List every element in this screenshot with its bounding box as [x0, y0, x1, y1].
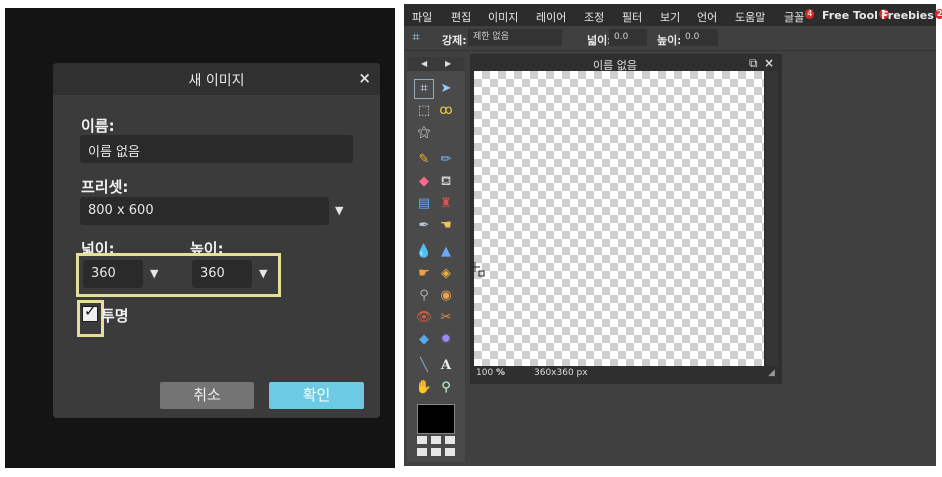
- transparent-checkbox[interactable]: ✓: [82, 302, 98, 322]
- vertical-scrollbar[interactable]: [766, 71, 778, 366]
- constraint-label: 강제:: [442, 34, 467, 47]
- freebies-badge: 2: [934, 9, 942, 19]
- menu-fonts[interactable]: 글꼴 4: [784, 9, 815, 25]
- crop-tool-icon: ⌗: [412, 30, 420, 45]
- height-input[interactable]: 360: [192, 260, 252, 288]
- resize-grip-icon[interactable]: ◢: [768, 368, 775, 378]
- menu-layer[interactable]: 레이어: [536, 9, 566, 25]
- transparent-label: 투명: [101, 307, 129, 325]
- ok-button[interactable]: 확인: [269, 382, 364, 409]
- hand-icon[interactable]: ✋: [415, 379, 433, 397]
- preset-select[interactable]: 800 x 600: [80, 197, 329, 225]
- height-dropdown-icon[interactable]: ▼: [259, 267, 267, 280]
- marquee-icon[interactable]: ⬚: [415, 102, 433, 120]
- bloat-icon[interactable]: 👁: [415, 309, 433, 327]
- menu-file[interactable]: 파일: [412, 9, 432, 25]
- color-picker-icon[interactable]: ✒: [415, 217, 433, 235]
- pinch-icon[interactable]: ✂: [437, 309, 455, 327]
- menu-bar: 파일 편집 이미지 레이어 조정 필터 보기 언어 도움말 글꼴 4 Free T…: [404, 4, 942, 26]
- toolbox-panel: ◀ ▶ ⌗ ➤ ⬚ ꝏ ⚝ ✎ ✏ ◆ ⛾ ▤ ♜ ✒ ☚ 💧 ▲ ☛ ◈ ⚲ …: [407, 57, 465, 462]
- menu-freebies[interactable]: Freebies 2: [881, 9, 942, 22]
- zoom-unit: %: [496, 368, 506, 378]
- left-background: 새 이미지 × 이름: 이름 없음 프리셋: 800 x 600 ▼ 넓이: 높…: [5, 8, 395, 468]
- fonts-badge: 4: [805, 9, 815, 19]
- magic-wand-icon[interactable]: ⚝: [415, 124, 433, 142]
- options-height-label: 높이:: [657, 34, 682, 47]
- crosshair-cursor-icon: [470, 262, 485, 277]
- canvas-area[interactable]: [474, 71, 764, 366]
- menu-free-tool[interactable]: Free Tool 1: [822, 9, 889, 22]
- brush-icon[interactable]: ✏: [437, 151, 455, 169]
- menu-help[interactable]: 도움말: [735, 9, 765, 25]
- width-dropdown-icon[interactable]: ▼: [150, 267, 158, 280]
- options-width-label: 넓이:: [587, 34, 612, 47]
- constraint-select[interactable]: 제한 없음: [468, 29, 562, 46]
- options-height-input[interactable]: 0.0: [680, 29, 718, 46]
- image-size: 360x360 px: [534, 368, 588, 378]
- zoom-icon[interactable]: ⚲: [437, 379, 455, 397]
- smudge-icon[interactable]: ☚: [437, 217, 455, 235]
- document-window: 이름 없음 ⧉ × 100 % 360x360 px ◢: [470, 54, 782, 384]
- grid-view-icon[interactable]: [417, 436, 455, 458]
- restore-icon[interactable]: ⧉: [749, 56, 758, 71]
- name-input[interactable]: 이름 없음: [80, 135, 353, 163]
- close-icon[interactable]: ×: [358, 69, 371, 87]
- menu-adjust[interactable]: 조정: [584, 9, 604, 25]
- gradient-icon[interactable]: ▤: [415, 195, 433, 213]
- spherize-icon[interactable]: ◆: [415, 331, 433, 349]
- sharpen-icon[interactable]: ▲: [437, 243, 455, 261]
- settings-icon[interactable]: ✹: [437, 331, 455, 349]
- blur-icon[interactable]: 💧: [415, 243, 433, 261]
- collapse-left-icon[interactable]: ◀: [421, 59, 427, 68]
- red-eye-icon[interactable]: ◉: [437, 287, 455, 305]
- line-tool-icon[interactable]: ╲: [415, 357, 433, 375]
- dialog-header: 새 이미지 ×: [53, 63, 380, 95]
- preset-dropdown-icon[interactable]: ▼: [335, 204, 343, 217]
- crop-icon[interactable]: ⌗: [414, 79, 434, 99]
- document-status-bar: 100 % 360x360 px ◢: [474, 367, 780, 382]
- foreground-color-swatch[interactable]: [417, 404, 455, 434]
- close-document-icon[interactable]: ×: [764, 56, 774, 70]
- preset-label: 프리셋:: [81, 178, 129, 196]
- dodge-icon[interactable]: ☛: [415, 265, 433, 283]
- burn-icon[interactable]: ◈: [437, 265, 455, 283]
- menu-edit[interactable]: 편집: [451, 9, 471, 25]
- dialog-title: 새 이미지: [188, 73, 245, 89]
- zoom-value[interactable]: 100: [476, 368, 493, 378]
- width-input[interactable]: 360: [83, 260, 143, 288]
- menu-view[interactable]: 보기: [660, 9, 680, 25]
- paint-bucket-icon[interactable]: ⛾: [437, 173, 455, 191]
- checkmark-icon: ✓: [84, 302, 97, 320]
- tool-options-bar: ⌗ 강제: 제한 없음 ▼ 넓이: 0.0 높이: 0.0: [404, 26, 936, 64]
- menu-filter[interactable]: 필터: [622, 9, 642, 25]
- toolbox-header: ◀ ▶: [407, 57, 465, 71]
- menu-image[interactable]: 이미지: [488, 9, 518, 25]
- cancel-button[interactable]: 취소: [160, 382, 254, 409]
- pencil-icon[interactable]: ✎: [415, 151, 433, 169]
- move-icon[interactable]: ➤: [437, 80, 455, 98]
- eraser-icon[interactable]: ◆: [415, 173, 433, 191]
- collapse-right-icon[interactable]: ▶: [445, 59, 451, 68]
- name-label: 이름:: [81, 117, 115, 135]
- type-icon[interactable]: A: [437, 357, 455, 375]
- stamp-icon[interactable]: ♜: [437, 195, 455, 213]
- menu-language[interactable]: 언어: [697, 9, 717, 25]
- sponge-icon[interactable]: ⚲: [415, 287, 433, 305]
- editor-app: 파일 편집 이미지 레이어 조정 필터 보기 언어 도움말 글꼴 4 Free T…: [404, 4, 942, 466]
- lasso-icon[interactable]: ꝏ: [437, 102, 455, 120]
- options-width-input[interactable]: 0.0: [609, 29, 647, 46]
- new-image-dialog: 새 이미지 × 이름: 이름 없음 프리셋: 800 x 600 ▼ 넓이: 높…: [53, 63, 380, 418]
